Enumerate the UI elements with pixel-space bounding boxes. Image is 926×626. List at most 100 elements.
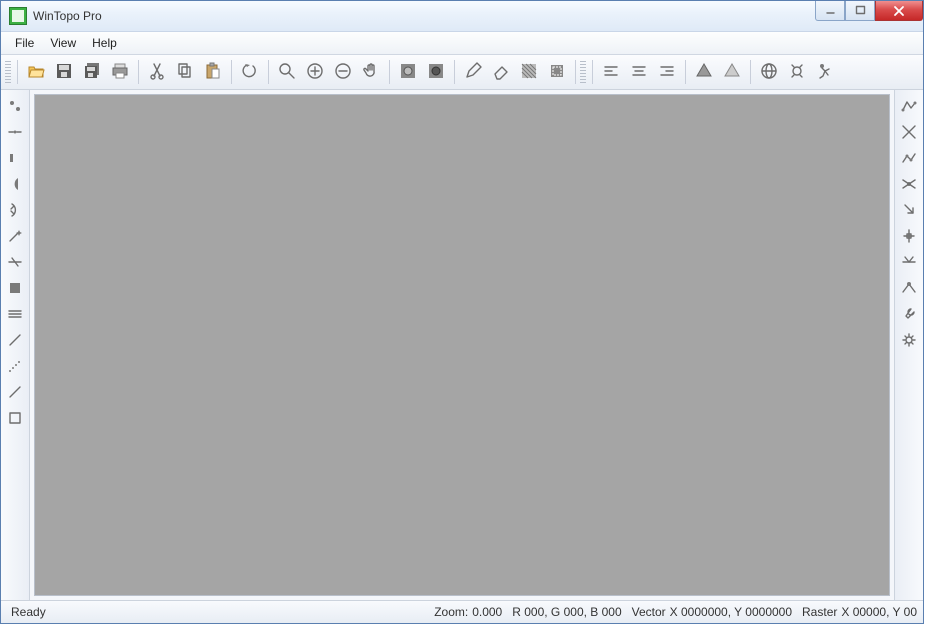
open-button[interactable] bbox=[23, 59, 49, 85]
spider-icon bbox=[901, 176, 917, 195]
lines-icon bbox=[7, 306, 23, 325]
status-vector-label: Vector bbox=[632, 605, 666, 619]
config-icon bbox=[788, 62, 806, 83]
paste-button[interactable] bbox=[200, 59, 226, 85]
toolbar-separator bbox=[454, 60, 455, 84]
anchor-icon bbox=[901, 228, 917, 247]
zoom-out-icon bbox=[334, 62, 352, 83]
wrench-button[interactable] bbox=[897, 303, 921, 327]
gear-small-button[interactable] bbox=[897, 329, 921, 353]
zoom-in-icon bbox=[306, 62, 324, 83]
wrench-icon bbox=[901, 306, 917, 325]
toolbar-grip[interactable] bbox=[5, 61, 11, 83]
config-button[interactable] bbox=[784, 59, 810, 85]
dots-button[interactable] bbox=[3, 355, 27, 379]
align-center-button[interactable] bbox=[626, 59, 652, 85]
edit-line-icon bbox=[901, 150, 917, 169]
right-toolbar bbox=[894, 90, 923, 600]
zoom-in-button[interactable] bbox=[302, 59, 328, 85]
titlebar[interactable]: WinTopo Pro bbox=[1, 1, 923, 32]
rect-outline-button[interactable] bbox=[3, 407, 27, 431]
open-icon bbox=[27, 62, 45, 83]
target-2-button[interactable] bbox=[423, 59, 449, 85]
edit-line-button[interactable] bbox=[897, 147, 921, 171]
eraser-button[interactable] bbox=[488, 59, 514, 85]
gear-small-icon bbox=[901, 332, 917, 351]
menu-view[interactable]: View bbox=[42, 34, 84, 52]
arc-right-button[interactable] bbox=[3, 199, 27, 223]
save-icon bbox=[55, 62, 73, 83]
save-all-icon bbox=[83, 62, 101, 83]
run-button[interactable] bbox=[812, 59, 838, 85]
globe-button[interactable] bbox=[756, 59, 782, 85]
target-2-icon bbox=[427, 62, 445, 83]
save-button[interactable] bbox=[51, 59, 77, 85]
fill-area-button[interactable] bbox=[516, 59, 542, 85]
cut-button[interactable] bbox=[144, 59, 170, 85]
run-icon bbox=[816, 62, 834, 83]
eraser-icon bbox=[492, 62, 510, 83]
lines-button[interactable] bbox=[3, 303, 27, 327]
anchor-dot-icon bbox=[901, 280, 917, 299]
snap-tool-button[interactable] bbox=[3, 121, 27, 145]
crop-icon bbox=[548, 62, 566, 83]
status-raster-value: X 00000, Y 00 bbox=[841, 605, 917, 619]
brush-button[interactable] bbox=[3, 381, 27, 405]
magic-wand-button[interactable] bbox=[3, 225, 27, 249]
cross-button[interactable] bbox=[3, 251, 27, 275]
copy-button[interactable] bbox=[172, 59, 198, 85]
status-vector-value: X 0000000, Y 0000000 bbox=[670, 605, 792, 619]
polyline-button[interactable] bbox=[897, 95, 921, 119]
toolbar-grip[interactable] bbox=[580, 61, 586, 83]
fill-area-icon bbox=[520, 62, 538, 83]
rect-fill-button[interactable] bbox=[3, 277, 27, 301]
main-toolbar bbox=[1, 55, 923, 90]
zoom-button[interactable] bbox=[274, 59, 300, 85]
pencil-button[interactable] bbox=[460, 59, 486, 85]
pan-button[interactable] bbox=[358, 59, 384, 85]
thin-pencil-button[interactable] bbox=[3, 329, 27, 353]
drawing-canvas[interactable] bbox=[35, 95, 889, 595]
thin-pencil-icon bbox=[7, 332, 23, 351]
point-tool-button[interactable] bbox=[3, 95, 27, 119]
statusbar: Ready Zoom: 0.000 R 000, G 000, B 000 Ve… bbox=[1, 600, 923, 623]
layer-2-button[interactable] bbox=[719, 59, 745, 85]
node-k-icon bbox=[901, 254, 917, 273]
layer-1-button[interactable] bbox=[691, 59, 717, 85]
print-button[interactable] bbox=[107, 59, 133, 85]
zoom-icon bbox=[278, 62, 296, 83]
menu-file[interactable]: File bbox=[7, 34, 42, 52]
layer-2-icon bbox=[723, 62, 741, 83]
rect-outline-icon bbox=[7, 410, 23, 429]
undo-button[interactable] bbox=[237, 59, 263, 85]
zoom-out-button[interactable] bbox=[330, 59, 356, 85]
crop-button[interactable] bbox=[544, 59, 570, 85]
app-icon bbox=[9, 7, 27, 25]
status-raster-label: Raster bbox=[802, 605, 837, 619]
arc-left-button[interactable] bbox=[3, 173, 27, 197]
print-icon bbox=[111, 62, 129, 83]
align-right-button[interactable] bbox=[654, 59, 680, 85]
arrow-down-button[interactable] bbox=[897, 199, 921, 223]
crossline-button[interactable] bbox=[897, 121, 921, 145]
target-1-button[interactable] bbox=[395, 59, 421, 85]
polyline-icon bbox=[901, 98, 917, 117]
toolbar-separator bbox=[389, 60, 390, 84]
toolbar-separator bbox=[231, 60, 232, 84]
node-k-button[interactable] bbox=[897, 251, 921, 275]
anchor-dot-button[interactable] bbox=[897, 277, 921, 301]
status-rgb: R 000, G 000, B 000 bbox=[512, 605, 621, 619]
close-button[interactable] bbox=[875, 1, 923, 21]
maximize-button[interactable] bbox=[845, 1, 875, 21]
align-left-button[interactable] bbox=[598, 59, 624, 85]
left-toolbar bbox=[1, 90, 30, 600]
line-seg-button[interactable] bbox=[3, 147, 27, 171]
align-center-icon bbox=[630, 62, 648, 83]
app-window: WinTopo Pro File View Help bbox=[0, 0, 924, 624]
save-all-button[interactable] bbox=[79, 59, 105, 85]
minimize-button[interactable] bbox=[815, 1, 845, 21]
anchor-button[interactable] bbox=[897, 225, 921, 249]
toolbar-separator bbox=[17, 60, 18, 84]
spider-button[interactable] bbox=[897, 173, 921, 197]
menu-help[interactable]: Help bbox=[84, 34, 125, 52]
